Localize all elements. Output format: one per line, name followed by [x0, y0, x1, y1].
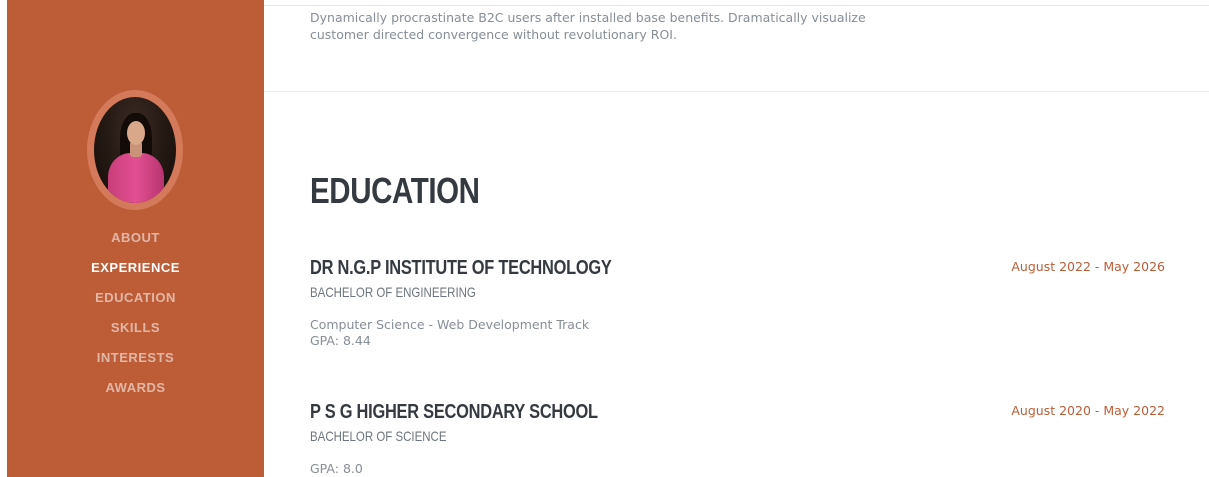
- nav-item-experience[interactable]: EXPERIENCE: [7, 259, 264, 289]
- nav-item-skills[interactable]: SKILLS: [7, 319, 264, 349]
- education-entry: P S G HIGHER SECONDARY SCHOOL BACHELOR O…: [310, 401, 1165, 477]
- about-paragraph: Dynamically procrastinate B2C users afte…: [310, 10, 866, 42]
- entry-date: August 2020 - May 2022: [1011, 403, 1165, 418]
- degree-name: BACHELOR OF SCIENCE: [310, 428, 447, 444]
- sidebar: ABOUT EXPERIENCE EDUCATION SKILLS INTERE…: [7, 0, 264, 477]
- main-content: Dynamically procrastinate B2C users afte…: [264, 0, 1209, 477]
- avatar-face: [127, 121, 145, 145]
- profile-photo: [94, 97, 176, 203]
- section-divider: [264, 91, 1209, 92]
- school-name: P S G HIGHER SECONDARY SCHOOL: [310, 401, 598, 423]
- profile-avatar: [87, 90, 183, 210]
- nav-item-education[interactable]: EDUCATION: [7, 289, 264, 319]
- degree-name: BACHELOR OF ENGINEERING: [310, 284, 476, 300]
- education-heading: EDUCATION: [310, 170, 480, 211]
- entry-date: August 2022 - May 2026: [1011, 259, 1165, 274]
- school-name: DR N.G.P INSTITUTE OF TECHNOLOGY: [310, 257, 612, 279]
- entry-description: Computer Science - Web Development Track: [310, 317, 590, 332]
- nav-item-awards[interactable]: AWARDS: [7, 379, 264, 409]
- education-entry: DR N.G.P INSTITUTE OF TECHNOLOGY BACHELO…: [310, 257, 1165, 349]
- entry-gpa: GPA: 8.0: [310, 461, 363, 476]
- nav-item-interests[interactable]: INTERESTS: [7, 349, 264, 379]
- sidebar-nav: ABOUT EXPERIENCE EDUCATION SKILLS INTERE…: [7, 229, 264, 409]
- nav-item-about[interactable]: ABOUT: [7, 229, 264, 259]
- entry-gpa: GPA: 8.44: [310, 333, 371, 348]
- top-divider: [264, 5, 1209, 6]
- avatar-body: [108, 153, 164, 203]
